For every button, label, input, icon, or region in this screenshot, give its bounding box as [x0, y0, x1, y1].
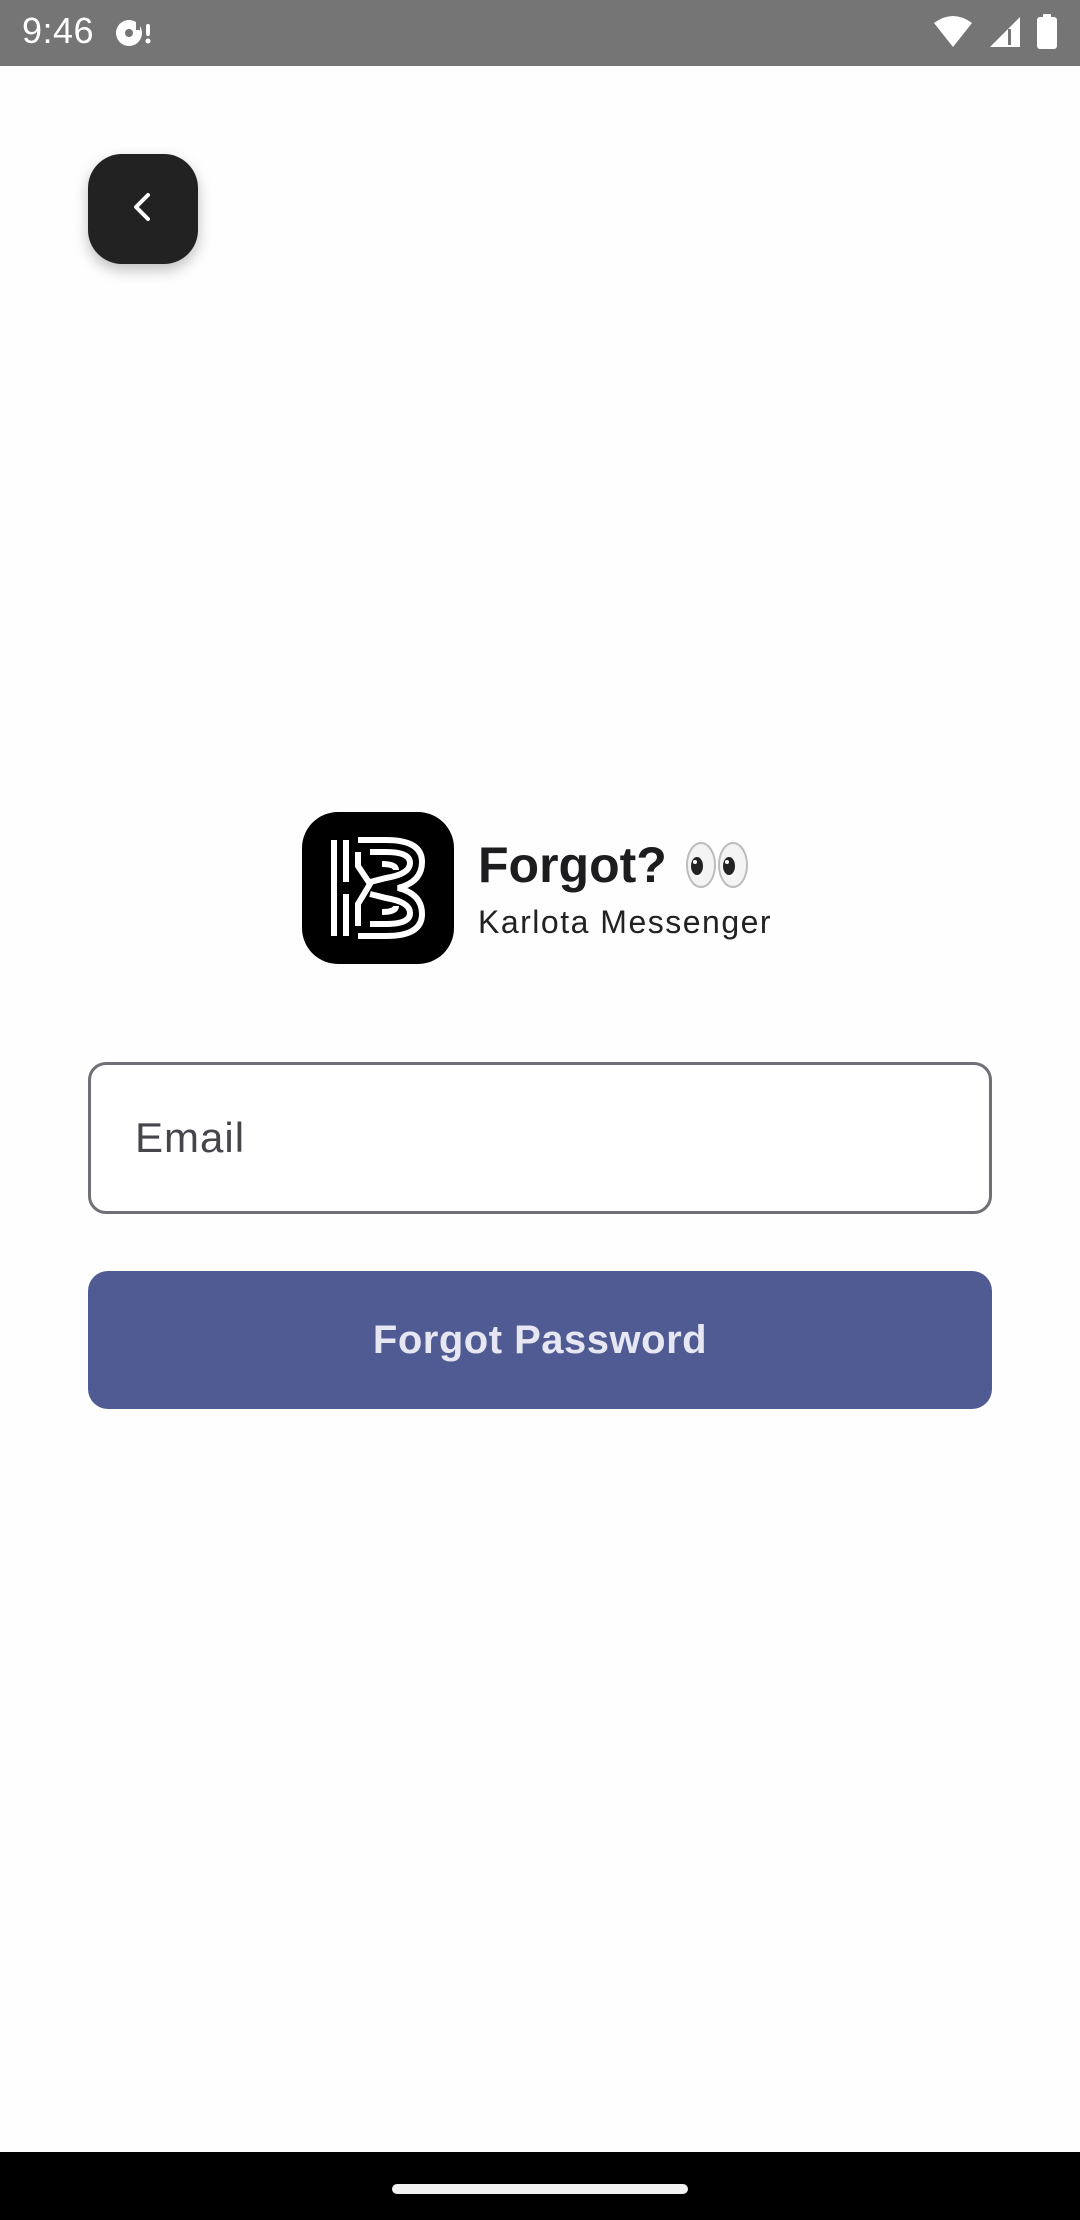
forgot-password-button[interactable]: Forgot Password	[88, 1271, 992, 1409]
media-notification-icon	[114, 16, 154, 55]
forgot-password-screen: 9:46 Forgot? Karlota Messenger Email For…	[0, 0, 1080, 2220]
battery-icon	[1036, 14, 1058, 55]
brand-title-row: Forgot?	[478, 836, 772, 894]
page-title: Forgot?	[478, 836, 667, 893]
status-bar: 9:46	[0, 0, 1080, 66]
eyes-emoji-icon	[685, 840, 749, 890]
navigation-bar	[0, 2152, 1080, 2220]
email-placeholder: Email	[135, 1114, 246, 1161]
forgot-password-button-label: Forgot Password	[372, 1317, 708, 1362]
brand-text: Forgot? Karlota Messenger	[478, 836, 772, 941]
karlota-logo-icon	[302, 812, 454, 964]
app-name: Karlota Messenger	[478, 903, 773, 940]
home-indicator[interactable]	[392, 2184, 688, 2194]
email-field[interactable]: Email	[88, 1062, 992, 1214]
status-icons	[932, 14, 1058, 55]
wifi-icon	[932, 15, 974, 54]
brand-header: Forgot? Karlota Messenger	[302, 812, 772, 964]
back-button[interactable]	[88, 154, 198, 264]
chevron-left-icon	[126, 187, 160, 232]
cell-signal-icon	[988, 15, 1022, 54]
status-time: 9:46	[22, 10, 95, 51]
